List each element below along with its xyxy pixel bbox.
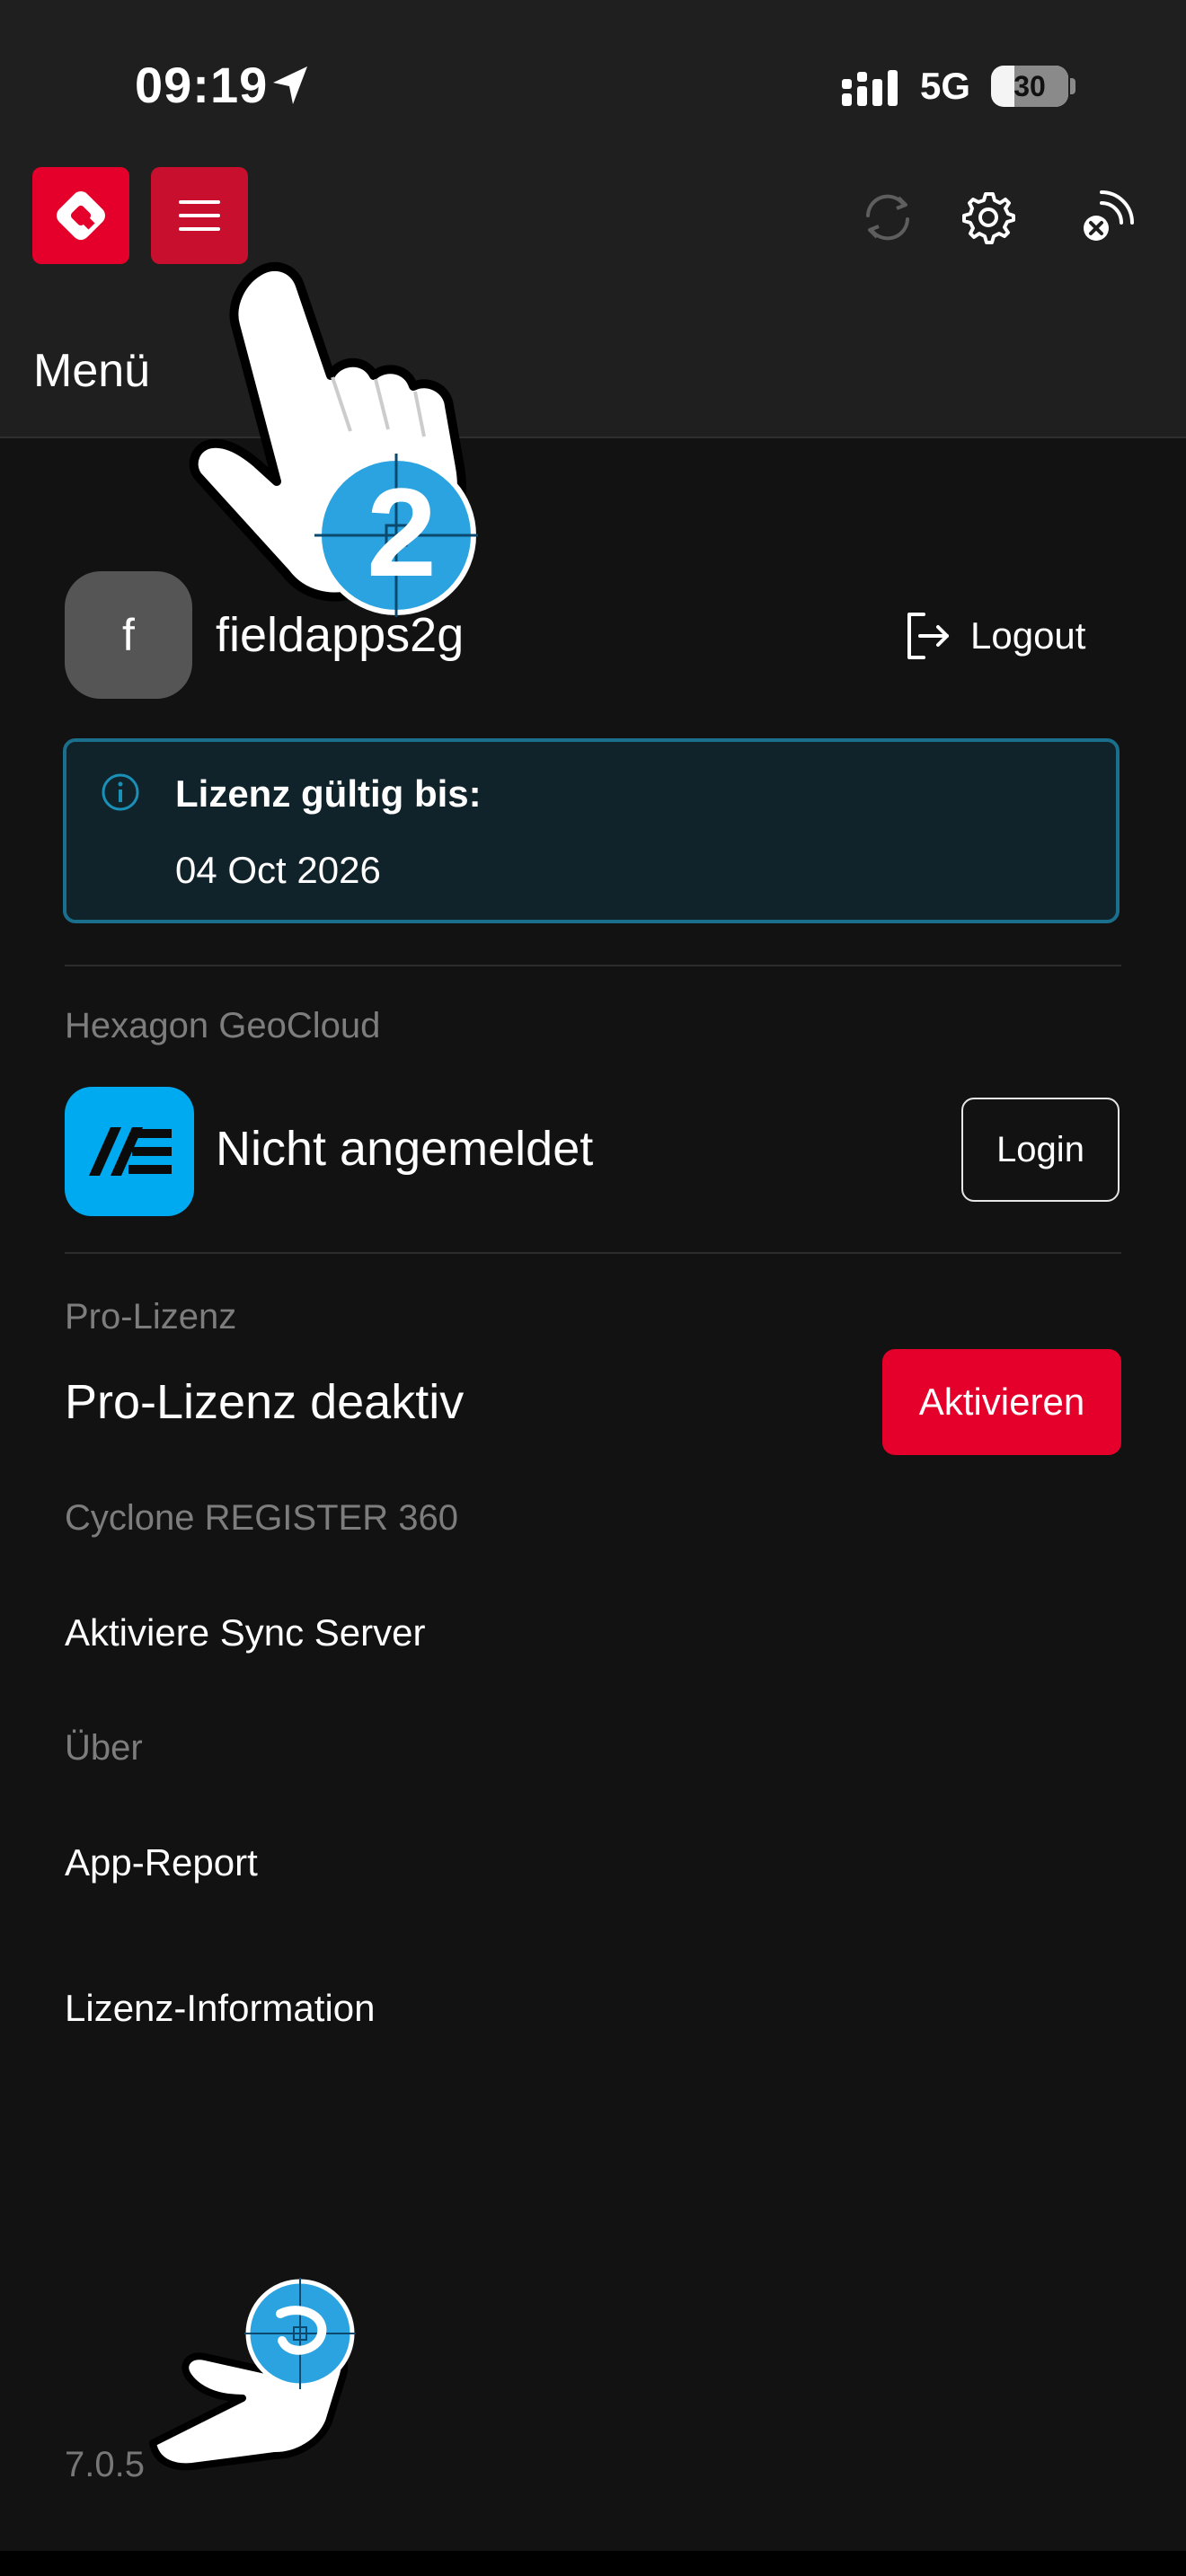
divider <box>65 1252 1121 1254</box>
logout-label: Logout <box>970 614 1086 657</box>
location-arrow-icon <box>273 66 307 104</box>
app-logo-button[interactable] <box>32 167 129 264</box>
status-time: 09:19 <box>135 57 269 113</box>
hamburger-menu-button[interactable] <box>151 167 248 264</box>
hamburger-menu-icon <box>179 200 220 231</box>
license-title: Lizenz gültig bis: <box>175 772 482 815</box>
info-icon <box>102 773 139 811</box>
geocloud-status: Nicht angemeldet <box>216 1122 594 1176</box>
menu-header <box>0 305 1186 438</box>
section-label-geocloud: Hexagon GeoCloud <box>65 1006 381 1045</box>
app-logo-icon <box>57 191 105 240</box>
cellular-signal-icon <box>842 70 898 106</box>
network-type: 5G <box>920 65 971 107</box>
app-report-item[interactable]: App-Report <box>65 1841 258 1884</box>
license-date: 04 Oct 2026 <box>175 849 381 891</box>
activate-button[interactable]: Aktivieren <box>882 1349 1121 1455</box>
activate-sync-server-item[interactable]: Aktiviere Sync Server <box>65 1611 425 1654</box>
logout-icon <box>907 613 949 659</box>
geocloud-logo <box>65 1087 194 1216</box>
app-version: 7.0.5 <box>65 2445 145 2484</box>
battery-percent: 30 <box>1013 70 1046 102</box>
logout-button[interactable]: Logout <box>904 609 1085 663</box>
avatar: f <box>65 571 192 699</box>
section-label-about: Über <box>65 1728 143 1768</box>
sync-icon[interactable] <box>859 189 916 246</box>
login-button[interactable]: Login <box>961 1098 1120 1202</box>
tap-step-number: 2 <box>367 462 437 603</box>
swipe-target-badge <box>244 2278 356 2389</box>
geocloud-logo-icon <box>89 1127 172 1176</box>
battery-icon: 30 <box>991 66 1068 107</box>
divider <box>65 965 1121 966</box>
license-information-item[interactable]: Lizenz-Information <box>65 1987 376 2030</box>
page-title: Menü <box>33 345 151 397</box>
home-indicator-bar <box>0 2551 1186 2576</box>
section-label-pro-license: Pro-Lizenz <box>65 1297 237 1337</box>
settings-gear-icon[interactable] <box>960 189 1017 246</box>
tap-target-badge: 2 <box>314 454 478 617</box>
license-info-box <box>63 738 1120 923</box>
battery-tip <box>1070 78 1075 94</box>
pro-license-status: Pro-Lizenz deaktiv <box>65 1375 465 1429</box>
section-label-cyclone: Cyclone REGISTER 360 <box>65 1498 458 1538</box>
disconnected-signal-icon[interactable] <box>1075 187 1136 248</box>
